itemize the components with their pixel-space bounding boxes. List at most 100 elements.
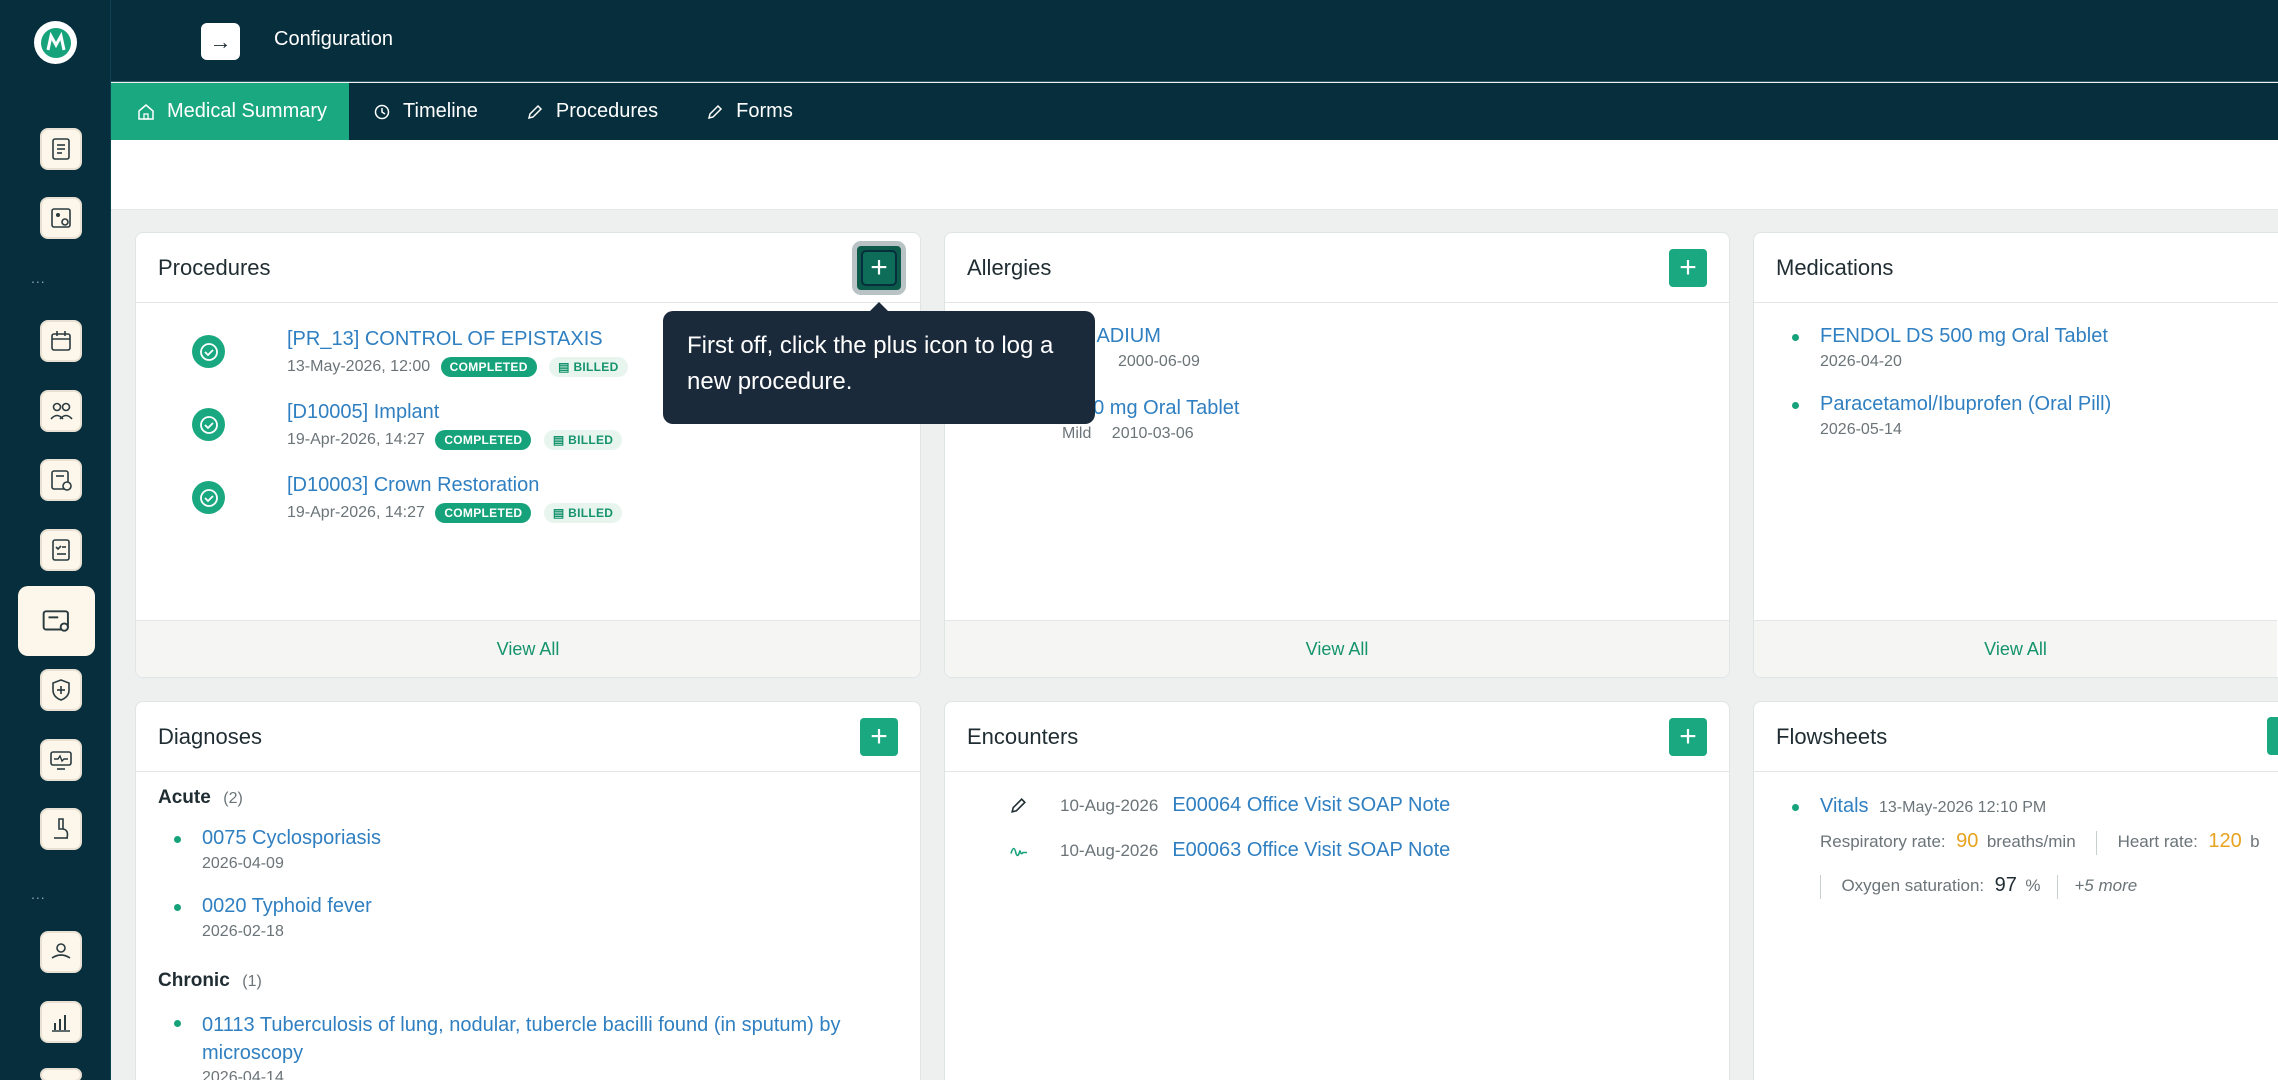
status-badge: COMPLETED — [435, 430, 532, 450]
group-label: Acute — [158, 787, 211, 808]
billing-icon[interactable] — [40, 459, 82, 501]
group-header: Chronic (1) — [158, 970, 262, 992]
card-title: Diagnoses — [158, 723, 262, 749]
microscope-icon[interactable] — [40, 808, 82, 850]
diagnosis-link[interactable]: 0075 Cyclosporiasis — [202, 827, 381, 850]
card-header: Allergies + — [945, 233, 1729, 303]
view-all-button[interactable]: View All — [945, 620, 1729, 677]
diagnosis-link[interactable]: 0020 Typhoid fever — [202, 895, 372, 918]
list-item: 0020 Typhoid fever 2026-02-18 — [174, 895, 372, 941]
view-all-button[interactable]: View All — [136, 620, 920, 677]
tab-timeline[interactable]: Timeline — [349, 83, 502, 140]
more-link[interactable]: +5 more — [2074, 876, 2137, 895]
vital-value: 97 — [1994, 874, 2017, 896]
tab-bar: Medical Summary Timeline Procedures Form… — [111, 83, 2278, 140]
tab-label: Procedures — [555, 100, 659, 122]
group-header: Acute (2) — [158, 787, 243, 809]
list-item: 0075 Cyclosporiasis 2026-04-09 — [174, 827, 381, 873]
vital-label: Heart rate: — [2117, 832, 2198, 851]
plus-icon: + — [870, 251, 888, 284]
bullet — [174, 1020, 181, 1027]
list-item: 01113 Tuberculosis of lung, nodular, tub… — [174, 1011, 902, 1080]
status-badge: COMPLETED — [440, 357, 537, 377]
checklist-icon[interactable] — [40, 529, 82, 571]
allergy-date: 2010-03-06 — [1111, 425, 1194, 442]
check-circle-icon — [192, 335, 225, 368]
bullet — [1792, 402, 1799, 409]
bullet — [1792, 804, 1799, 811]
rail-more-icon[interactable] — [40, 1068, 82, 1080]
plus-icon: + — [870, 719, 888, 753]
diagnosis-date: 2026-02-18 — [202, 923, 284, 940]
card-title: Medications — [1776, 254, 1894, 280]
card-header: Encounters + — [945, 702, 1729, 772]
list-item: Paracetamol/Ibuprofen (Oral Pill) 2026-0… — [1792, 393, 2111, 439]
add-procedure-button[interactable]: + — [852, 241, 906, 295]
patient-card-icon[interactable] — [18, 586, 95, 656]
vital-label: Oxygen saturation: — [1841, 876, 1985, 895]
users-icon[interactable] — [40, 390, 82, 432]
history-icon — [374, 104, 390, 119]
expand-sidebar-button[interactable]: → — [201, 23, 240, 60]
encounter-link[interactable]: E00064 Office Visit SOAP Note — [1172, 794, 1450, 817]
calculator-icon[interactable] — [40, 197, 82, 239]
billed-badge: ▤ BILLED — [549, 357, 628, 377]
tab-forms[interactable]: Forms — [682, 83, 817, 140]
vitals-link[interactable]: Vitals — [1820, 795, 1869, 817]
analytics-icon[interactable] — [40, 1001, 82, 1043]
care-icon[interactable] — [40, 931, 82, 973]
billed-label: BILLED — [573, 360, 619, 374]
encounter-date: 10-Aug-2026 — [1060, 840, 1159, 860]
add-diagnosis-button[interactable]: + — [860, 717, 898, 756]
medication-link[interactable]: FENDOL DS 500 mg Oral Tablet — [1820, 325, 2108, 348]
list-item: 10-Aug-2026 E00064 Office Visit SOAP Not… — [1009, 794, 1450, 817]
app-logo[interactable] — [34, 21, 77, 64]
medication-link[interactable]: Paracetamol/Ibuprofen (Oral Pill) — [1820, 393, 2111, 416]
divider — [2096, 830, 2098, 855]
tab-medical-summary[interactable]: Medical Summary — [111, 83, 350, 140]
card-header: Diagnoses + — [136, 702, 920, 772]
tab-label: Timeline — [403, 100, 478, 122]
top-header: → Configuration — [111, 0, 2278, 82]
add-encounter-button[interactable]: + — [1669, 717, 1707, 756]
procedure-link[interactable]: [PR_13] CONTROL OF EPISTAXIS — [287, 328, 628, 351]
medications-card: Medications FENDOL DS 500 mg Oral Tablet… — [1753, 232, 2278, 678]
medication-date: 2026-04-20 — [1820, 353, 1902, 370]
diagnoses-card: Diagnoses + Acute (2) 0075 Cyclosporiasi… — [135, 701, 921, 1080]
group-label: Chronic — [158, 970, 230, 991]
monitor-health-icon[interactable] — [40, 739, 82, 781]
tooltip-arrow — [869, 302, 889, 312]
clipboard-icon[interactable] — [40, 128, 82, 170]
encounter-link[interactable]: E00063 Office Visit SOAP Note — [1172, 839, 1450, 862]
vital-unit: % — [2025, 876, 2041, 895]
view-all-button[interactable]: View All — [1754, 620, 2277, 677]
severity-label: Mild — [1062, 425, 1092, 442]
group-count: (1) — [242, 973, 262, 990]
tooltip-text: First off, click the plus icon to log a … — [687, 332, 1054, 395]
card-title: Flowsheets — [1776, 723, 1888, 749]
vital-label: Respiratory rate: — [1820, 832, 1946, 851]
procedure-link[interactable]: [D10003] Crown Restoration — [287, 474, 622, 497]
calendar-icon[interactable] — [40, 320, 82, 362]
billed-badge: ▤ BILLED — [543, 430, 623, 450]
card-header: Flowsheets + — [1754, 702, 2278, 772]
plus-icon: + — [1679, 719, 1697, 753]
billed-label: BILLED — [568, 506, 614, 520]
vital-value: 90 — [1956, 830, 1979, 852]
add-allergy-button[interactable]: + — [1669, 248, 1707, 287]
tab-label: Forms — [736, 100, 793, 122]
pencil-icon — [1011, 798, 1026, 813]
vital-unit: breaths/min — [1986, 832, 2076, 851]
group-count: (2) — [223, 790, 243, 807]
allergy-link[interactable]: NADIUM — [1082, 325, 1200, 348]
tab-procedures[interactable]: Procedures — [502, 83, 682, 140]
add-flowsheet-button[interactable]: + — [2267, 717, 2278, 755]
tab-label: Medical Summary — [167, 100, 328, 122]
billed-label: BILLED — [568, 433, 614, 447]
allergy-date: 2000-06-09 — [1118, 353, 1200, 370]
procedure-link[interactable]: [D10005] Implant — [287, 401, 622, 424]
insurance-icon[interactable] — [40, 669, 82, 711]
diagnosis-link[interactable]: 01113 Tuberculosis of lung, nodular, tub… — [202, 1011, 902, 1067]
rail-divider-dots: ... — [31, 886, 46, 902]
procedure-date: 13-May-2026, 12:00 — [287, 358, 431, 375]
